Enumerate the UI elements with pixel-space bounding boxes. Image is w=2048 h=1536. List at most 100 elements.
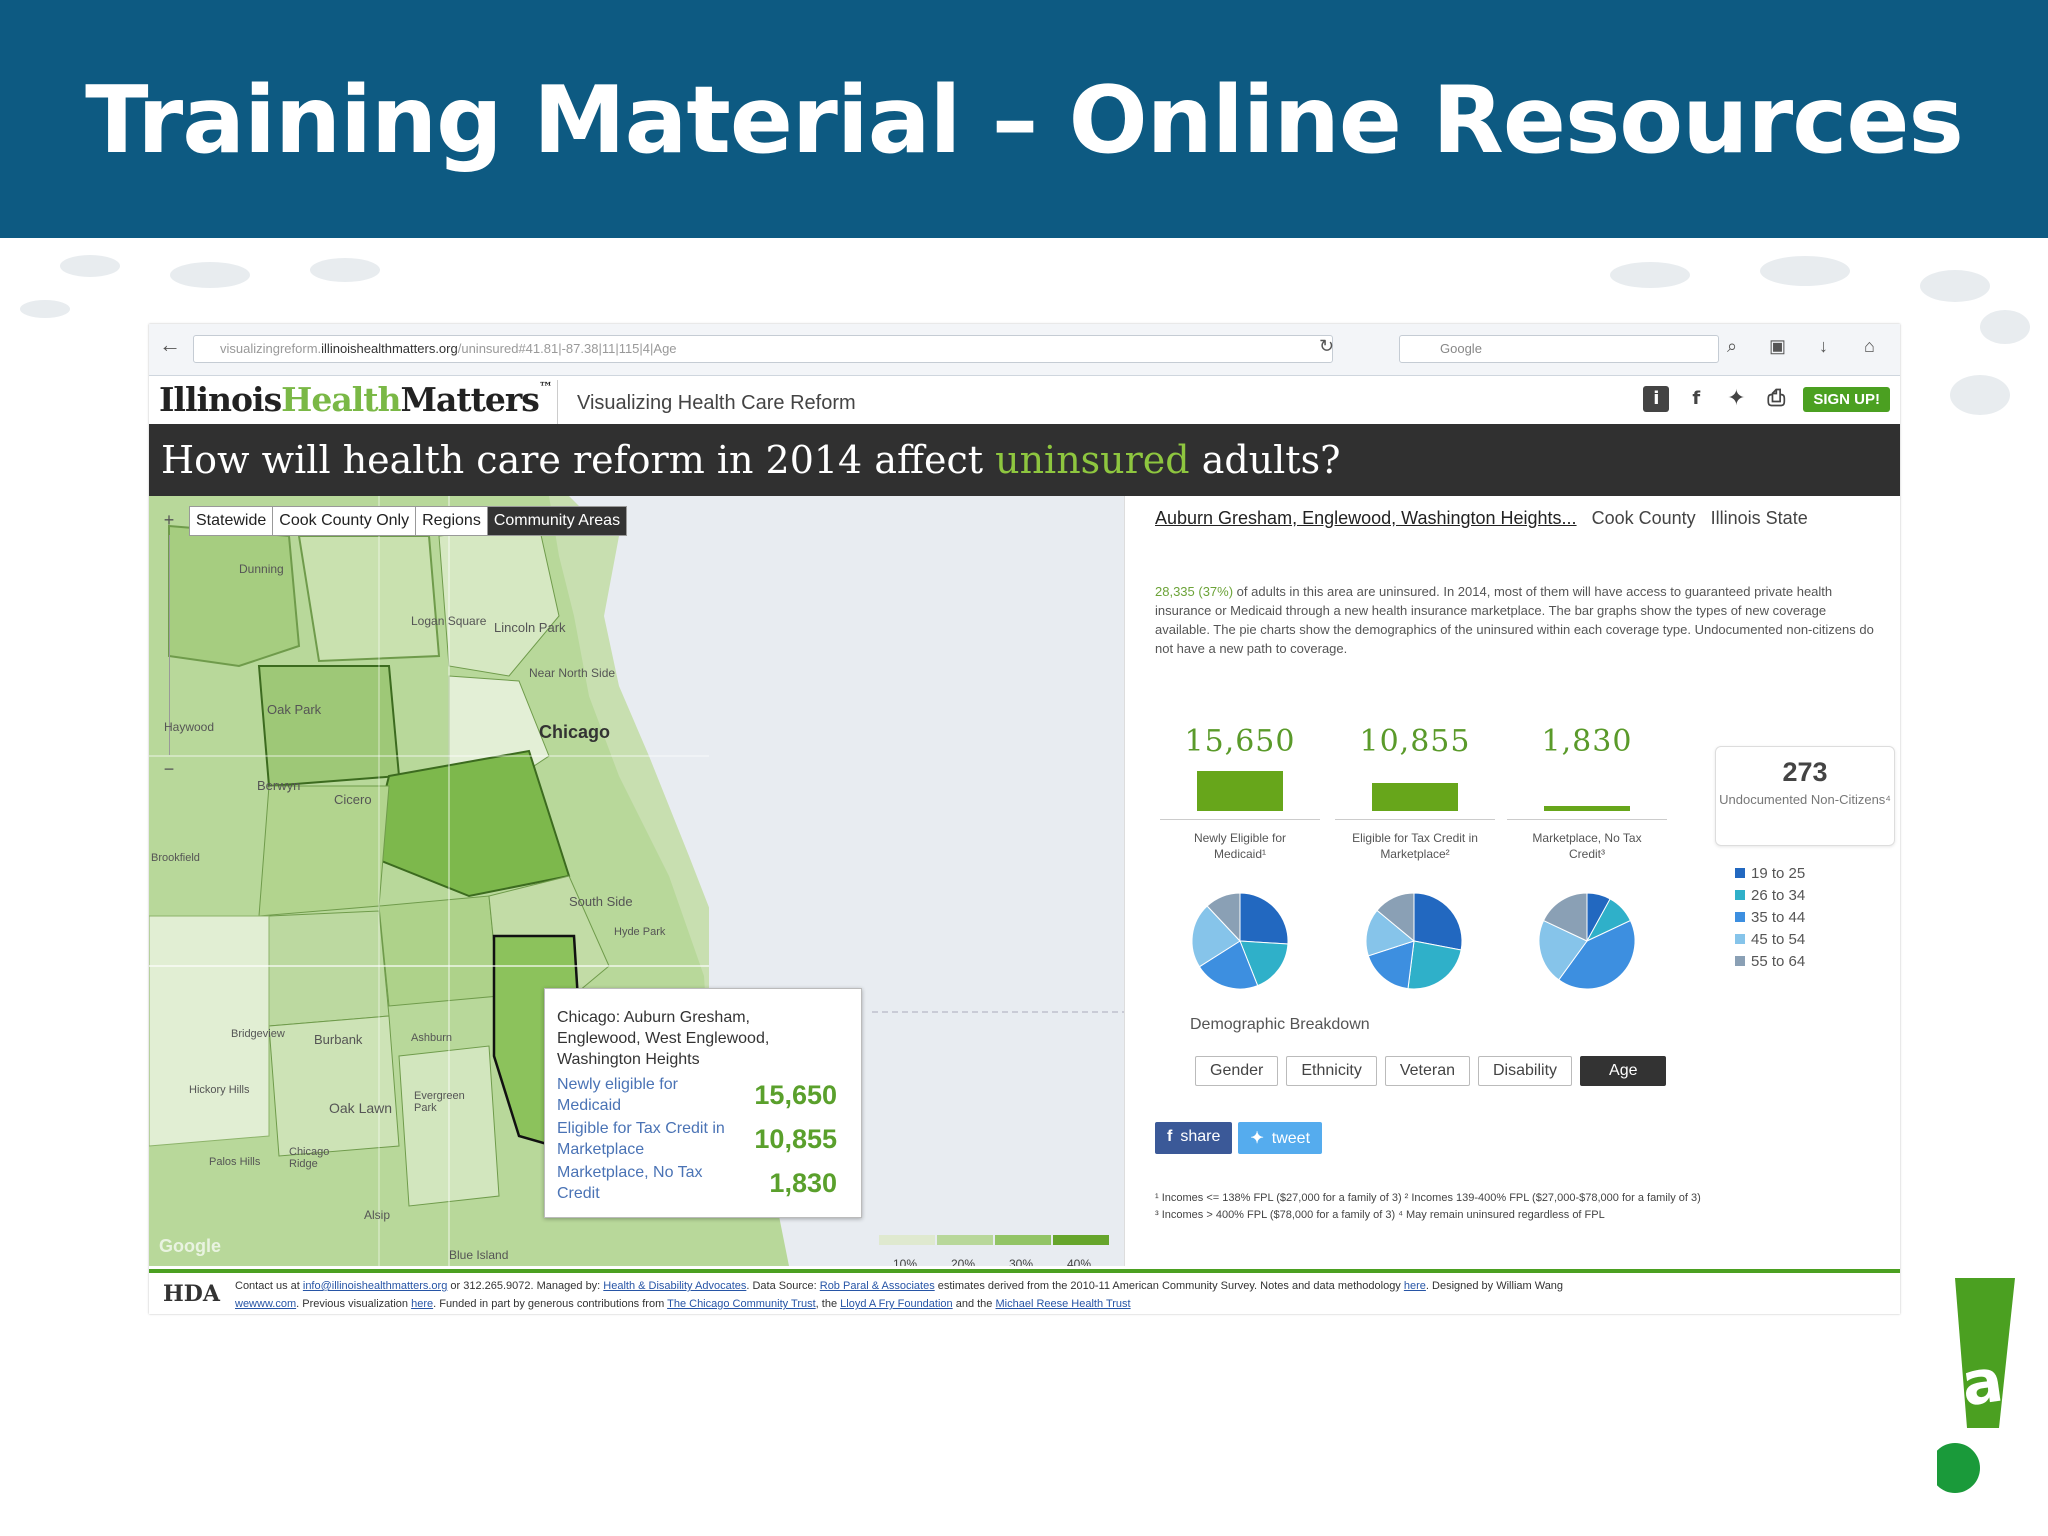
designer-link[interactable]: wewww.com	[235, 1298, 296, 1310]
footnote-2: ³ Incomes > 400% FPL ($78,000 for a fami…	[1155, 1209, 1605, 1221]
tab-cook-county[interactable]: Cook County Only	[273, 507, 417, 535]
map-label-berwyn: Berwyn	[257, 778, 301, 793]
zoom-control[interactable]: + −	[159, 510, 179, 780]
bookmarks-icon[interactable]: ▣	[1769, 336, 1786, 357]
map-label-near-north: Near North Side	[529, 666, 616, 680]
map-label-lincoln: Lincoln Park	[494, 620, 566, 635]
age-legend: 19 to 25 26 to 34 35 to 44 45 to 54 55 t…	[1735, 863, 1805, 973]
methodology-link[interactable]: here	[1404, 1280, 1426, 1292]
reload-icon[interactable]: ↻	[1319, 336, 1334, 357]
geography-tabs: Statewide Cook County Only Regions Commu…	[189, 506, 628, 536]
pie-slice-2-1	[1413, 892, 1463, 951]
map-label-chicago-ridge: Chicago Ridge	[289, 1146, 330, 1170]
signup-button[interactable]: SIGN UP!	[1803, 386, 1890, 412]
home-icon[interactable]: ⌂	[1864, 336, 1875, 357]
reese-link[interactable]: Michael Reese Health Trust	[995, 1298, 1130, 1310]
google-logo: Google	[159, 1236, 221, 1256]
map-label-palos-hills: Palos Hills	[209, 1156, 261, 1168]
zoom-in-button[interactable]: +	[159, 510, 179, 531]
stat-label: Eligible for Tax Credit in Marketplace²	[1352, 831, 1478, 861]
fry-link[interactable]: Lloyd A Fry Foundation	[840, 1298, 953, 1310]
tab-veteran[interactable]: Veteran	[1384, 1056, 1470, 1086]
legend-label-20: 20%	[951, 1257, 976, 1266]
brand-divider	[557, 380, 558, 426]
site-logo[interactable]: IllinoisHealthMatters™	[159, 380, 553, 428]
rpa-link[interactable]: Rob Paral & Associates	[820, 1280, 935, 1292]
tab-gender[interactable]: Gender	[1195, 1056, 1279, 1086]
facebook-icon[interactable]: f	[1683, 386, 1709, 412]
info-icon[interactable]: i	[1643, 386, 1670, 412]
map-legend: 10% 20% 30% 40%	[879, 1235, 1111, 1266]
tab-statewide[interactable]: Statewide	[190, 507, 274, 535]
corner-logo: a	[1937, 1278, 2015, 1493]
slide-title: Training Material – Online Resources	[85, 66, 1964, 174]
print-icon[interactable]: ⎙	[1763, 386, 1789, 412]
map-label-logan: Logan Square	[411, 614, 487, 628]
page-footer: HDA Contact us at info@illinoishealthmat…	[149, 1269, 1900, 1314]
undocumented-card: 273 Undocumented Non-Citizens⁴	[1715, 746, 1895, 846]
legend-label-30: 30%	[1009, 1257, 1034, 1266]
footnotes: ¹ Incomes <= 138% FPL ($27,000 for a fam…	[1155, 1190, 1701, 1224]
bar-tax-credit	[1372, 783, 1458, 811]
map-label-south-side: South Side	[569, 894, 633, 909]
choropleth-map[interactable]: + − Statewide Cook County Only Regions Co…	[149, 496, 1124, 1266]
footnote-1: ¹ Incomes <= 138% FPL ($27,000 for a fam…	[1155, 1192, 1701, 1204]
tooltip-value-tax-credit: 10,855	[754, 1124, 837, 1154]
facebook-share-button[interactable]: f share	[1155, 1122, 1233, 1154]
pie-slice-3-5	[1542, 892, 1588, 942]
pie-slice-3-3	[1558, 919, 1636, 990]
map-label-brookfield: Brookfield	[151, 852, 200, 864]
previous-link[interactable]: here	[411, 1298, 433, 1310]
demographic-tabs: Gender Ethnicity Veteran Disability Age	[1195, 1056, 1667, 1086]
legend-swatch-40	[1053, 1235, 1109, 1245]
age-legend-item: 35 to 44	[1735, 907, 1805, 929]
map-label-ashburn: Ashburn	[411, 1032, 452, 1044]
pie-slice-1-1	[1239, 892, 1289, 945]
tab-age[interactable]: Age	[1580, 1056, 1667, 1086]
cct-link[interactable]: The Chicago Community Trust	[667, 1298, 816, 1310]
tab-community-areas[interactable]: Community Areas	[487, 507, 627, 535]
area-description: 28,335 (37%) of adults in this area are …	[1155, 584, 1874, 656]
search-icon[interactable]: ⌕	[1727, 336, 1737, 357]
zoom-out-button[interactable]: −	[159, 759, 179, 780]
breadcrumb: Auburn Gresham, Englewood, Washington He…	[1155, 508, 1808, 529]
pie-slice-3-4	[1538, 919, 1588, 981]
map-label-hickory-hills: Hickory Hills	[189, 1084, 250, 1096]
map-label-burbank: Burbank	[314, 1032, 363, 1047]
social-links: i f ✦ ⎙ SIGN UP!	[1643, 386, 1890, 412]
crumb-county[interactable]: Cook County	[1592, 508, 1696, 528]
map-label-haywood: Haywood	[164, 720, 215, 734]
crumb-area[interactable]: Auburn Gresham, Englewood, Washington He…	[1155, 508, 1577, 528]
pie-slice-2-2	[1407, 940, 1462, 990]
email-link[interactable]: info@illinoishealthmatters.org	[303, 1280, 447, 1292]
download-icon[interactable]: ↓	[1819, 336, 1828, 357]
age-legend-item: 55 to 64	[1735, 951, 1805, 973]
map-label-oak-park: Oak Park	[267, 702, 322, 717]
twitter-icon[interactable]: ✦	[1723, 386, 1749, 412]
age-legend-item: 19 to 25	[1735, 863, 1805, 885]
tooltip-label-no-credit: Marketplace, No Tax Credit	[557, 1164, 703, 1202]
address-bar[interactable]: visualizingreform.illinoishealthmatters.…	[193, 335, 1333, 363]
pie-slice-1-5	[1206, 892, 1241, 943]
legend-swatch-30	[995, 1235, 1051, 1245]
tab-ethnicity[interactable]: Ethnicity	[1286, 1056, 1377, 1086]
tab-disability[interactable]: Disability	[1478, 1056, 1573, 1086]
tooltip-area-name: Chicago: Auburn Gresham, Englewood, West…	[557, 1009, 770, 1068]
back-arrow-icon[interactable]: ←	[159, 332, 181, 358]
pie-slice-1-3	[1198, 940, 1259, 990]
pie-slice-2-3	[1367, 940, 1415, 990]
age-legend-item: 26 to 34	[1735, 885, 1805, 907]
crumb-state[interactable]: Illinois State	[1711, 508, 1808, 528]
stat-no-credit: 1,830 Marketplace, No Tax Credit³	[1507, 724, 1667, 862]
undocumented-label: Undocumented Non-Citizens⁴	[1719, 792, 1891, 807]
hda-logo: HDA	[163, 1281, 220, 1307]
tweet-button[interactable]: ✦ tweet	[1238, 1122, 1323, 1154]
pie-slice-3-2	[1585, 898, 1632, 943]
search-field[interactable]: Google	[1399, 335, 1719, 363]
pie-slice-2-5	[1376, 892, 1415, 943]
tab-regions[interactable]: Regions	[416, 507, 488, 535]
pie-slice-3-1	[1586, 892, 1611, 942]
map-label-blue-island: Blue Island	[449, 1248, 509, 1262]
bar-no-credit	[1544, 806, 1630, 811]
hda-link[interactable]: Health & Disability Advocates	[603, 1280, 746, 1292]
